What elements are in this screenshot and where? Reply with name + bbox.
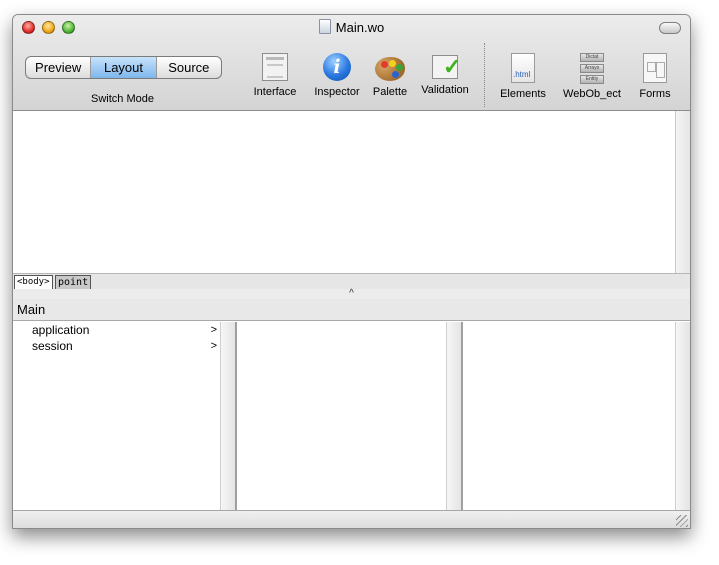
webobject-icon: Dictat Arrays Entity [580,53,604,84]
palette-toolbar-button[interactable]: Palette [370,51,410,98]
interface-toolbar-button[interactable]: Interface [249,51,301,98]
list-item-session[interactable]: session > [13,338,235,354]
webobject-label: WebOb_ect [563,88,621,100]
browser-header: Main [13,299,690,321]
layout-editor-area[interactable] [13,111,690,273]
forms-label: Forms [639,88,671,100]
window-toolbar: Main.wo Preview Layout Source Switch Mod… [13,15,690,111]
chevron-right-icon: > [210,340,217,352]
horizontal-scrollbar[interactable] [13,510,690,528]
source-mode-button[interactable]: Source [157,57,221,78]
chevron-right-icon: > [210,324,217,336]
webobject-toolbar-button[interactable]: Dictat Arrays Entity WebOb_ect [562,51,622,100]
validation-label: Validation [421,84,469,96]
browser-column-1[interactable]: application > session > [13,322,235,510]
document-icon [318,19,331,34]
list-item-label: application [32,323,90,337]
interface-icon [262,53,288,81]
validation-toolbar-button[interactable]: ✓ Validation [416,51,474,96]
resize-grip-icon[interactable] [676,515,688,527]
webobject-icon-line-1: Dictat [580,53,604,62]
elements-toolbar-button[interactable]: .html Elements [496,51,550,100]
list-item-label: session [32,339,73,353]
document-window: Main.wo Preview Layout Source Switch Mod… [12,14,691,529]
toolbar-separator [484,43,485,107]
forms-icon [643,53,667,83]
window-title-text: Main.wo [335,20,385,35]
list-item-application[interactable]: application > [13,322,235,338]
layout-vertical-scrollbar[interactable] [675,111,690,273]
switch-mode-label: Switch Mode [91,93,154,105]
toolbar-toggle-button[interactable] [659,22,681,34]
switch-mode-control: Preview Layout Source [25,56,222,79]
forms-toolbar-button[interactable]: Forms [635,51,675,100]
window-title: Main.wo [13,19,690,35]
column-3-scrollbar[interactable] [675,322,690,510]
chevron-up-icon: ^ [349,288,354,299]
column-divider[interactable] [461,322,463,510]
layout-mode-button[interactable]: Layout [91,57,157,78]
browser-column-3[interactable] [464,322,690,510]
html-file-icon-text: .html [513,70,531,79]
webobject-icon-line-3: Entity [580,75,604,84]
preview-mode-button[interactable]: Preview [26,57,92,78]
column-1-scrollbar[interactable] [220,322,235,510]
interface-label: Interface [253,86,297,98]
webobject-icon-line-2: Arrays [580,64,604,73]
path-tag-point[interactable]: point [55,275,92,290]
html-file-icon: .html [511,53,535,83]
inspector-label: Inspector [314,86,360,98]
palette-icon [375,57,405,81]
column-2-scrollbar[interactable] [446,322,461,510]
elements-label: Elements [500,88,546,100]
browser-column-2[interactable] [237,322,461,510]
validation-icon: ✓ [432,55,461,79]
palette-label: Palette [372,86,408,98]
path-tag-body[interactable]: <body> [14,275,53,290]
inspector-toolbar-button[interactable]: i Inspector [309,51,365,98]
info-icon: i [323,53,351,81]
